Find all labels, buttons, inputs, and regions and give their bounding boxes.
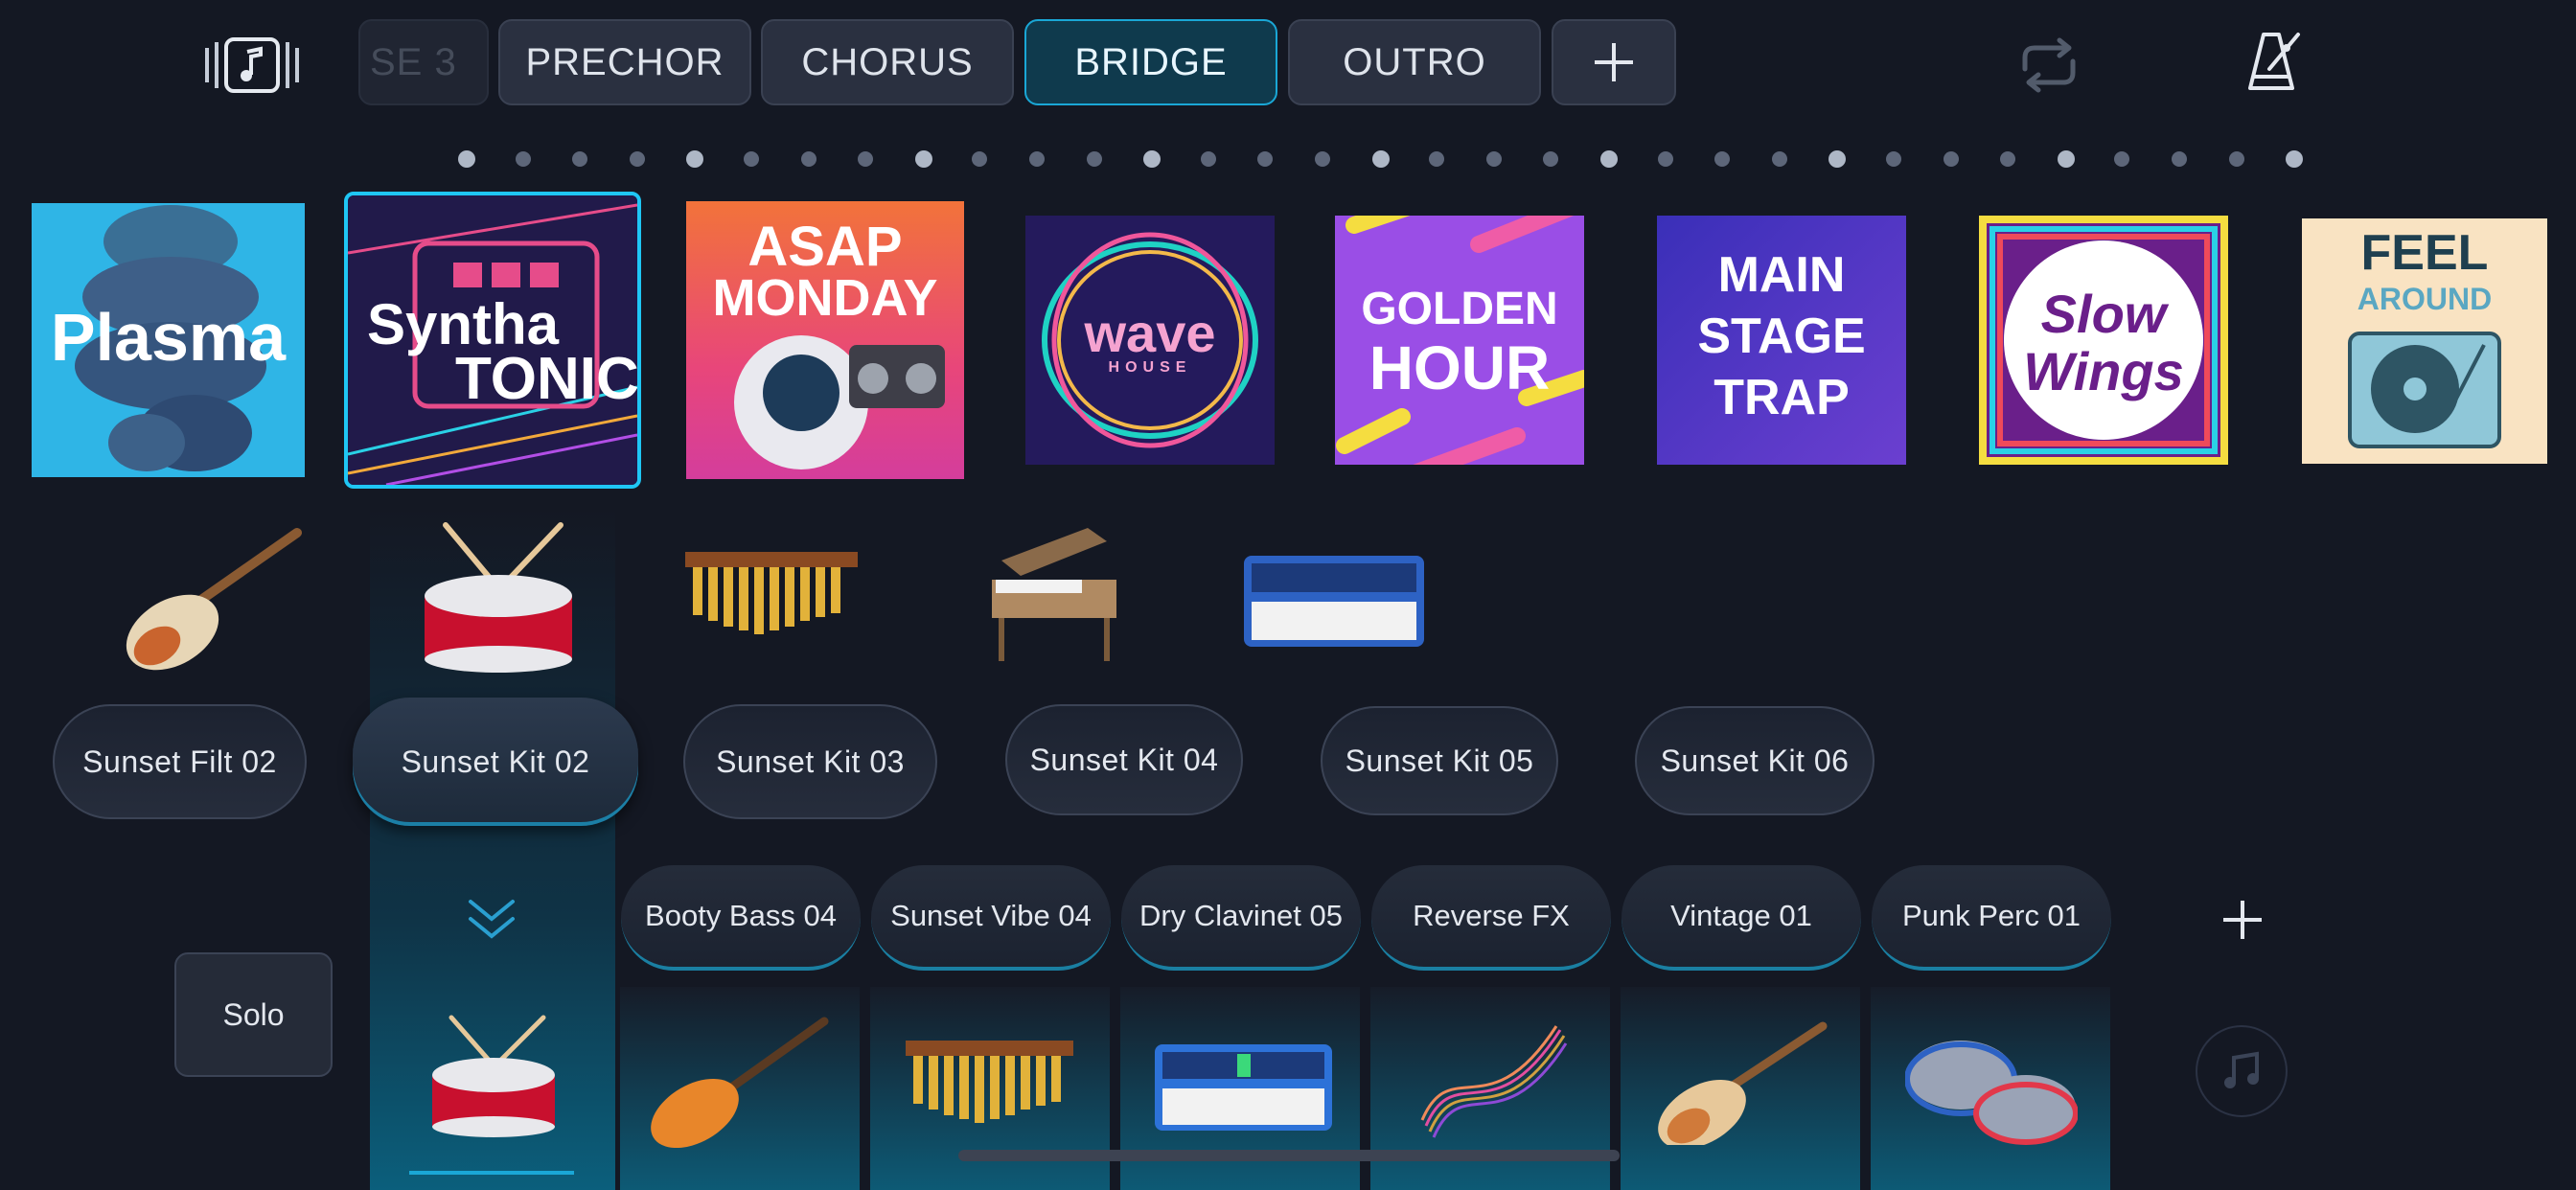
add-track-button[interactable] (2221, 899, 2264, 941)
electric-guitar-icon[interactable] (1648, 1020, 1830, 1150)
track-sunset-vibe-04[interactable]: Sunset Vibe 04 (871, 865, 1111, 971)
sound-pack-title-line2: STAGE (1697, 309, 1866, 364)
page-dot[interactable] (1429, 151, 1445, 167)
page-dot[interactable] (2286, 150, 2304, 168)
page-dot[interactable] (1828, 150, 1847, 168)
sound-pack-feel-around[interactable]: FEEL AROUND (2302, 218, 2547, 464)
page-dot[interactable] (1200, 151, 1216, 167)
page-dot[interactable] (1086, 151, 1102, 167)
tab-chorus[interactable]: CHORUS (761, 19, 1014, 105)
solo-button[interactable]: Solo (174, 952, 333, 1077)
sound-pack-title-line2: HOUR (1368, 333, 1551, 402)
sound-pack-title-line1: Slow (2040, 284, 2167, 344)
preset-sunset-filt-02[interactable]: Sunset Filt 02 (53, 704, 307, 819)
page-dot[interactable] (858, 151, 874, 167)
page-dot[interactable] (1886, 151, 1901, 167)
steel-pan-icon[interactable] (1904, 1035, 2079, 1145)
selected-track-underline (409, 1171, 574, 1175)
track-booty-bass-04[interactable]: Booty Bass 04 (621, 865, 861, 971)
page-dot[interactable] (1657, 151, 1673, 167)
sound-pack-subtitle: HOUSE (1108, 359, 1192, 376)
page-dot[interactable] (1371, 150, 1390, 168)
home-indicator (958, 1150, 1620, 1161)
sound-pack-synthatonic[interactable]: Syntha TONIC (344, 192, 641, 489)
sound-pack-golden-hour[interactable]: GOLDEN HOUR (1335, 216, 1584, 465)
tab-outro[interactable]: OUTRO (1288, 19, 1541, 105)
song-sequence-icon[interactable] (201, 36, 303, 94)
grand-piano-icon[interactable] (982, 522, 1121, 666)
page-dot[interactable] (1315, 151, 1330, 167)
preset-sunset-kit-03[interactable]: Sunset Kit 03 (683, 704, 937, 819)
electric-guitar-icon[interactable] (115, 527, 307, 671)
loop-icon[interactable] (2017, 34, 2081, 96)
music-note-icon[interactable] (2196, 1025, 2288, 1117)
page-dot[interactable] (458, 150, 475, 168)
waveform-fx-icon[interactable] (1416, 1020, 1570, 1145)
preset-sunset-kit-06[interactable]: Sunset Kit 06 (1635, 706, 1874, 815)
page-dot[interactable] (914, 150, 932, 168)
page-dot[interactable] (629, 151, 645, 167)
metronome-icon[interactable] (2242, 29, 2304, 96)
sound-pack-title-line1: MAIN (1717, 247, 1846, 303)
sound-pack-title-line1: FEEL (2360, 225, 2489, 281)
page-dot[interactable] (515, 151, 531, 167)
page-dot[interactable] (1257, 151, 1274, 167)
sound-pack-wave-house[interactable]: wave HOUSE (1025, 216, 1275, 465)
sound-pack-slow-wings[interactable]: Slow Wings (1979, 216, 2228, 465)
page-dot[interactable] (2172, 151, 2187, 167)
bass-guitar-icon[interactable] (647, 1014, 834, 1149)
page-dot[interactable] (1771, 151, 1787, 167)
sound-pack-asap-monday[interactable]: ASAP MONDAY (686, 201, 964, 479)
sound-pack-plasma[interactable]: Plasma (32, 203, 305, 477)
preset-sunset-kit-02[interactable]: Sunset Kit 02 (353, 698, 638, 826)
tab-prechorus[interactable]: PRECHOR (498, 19, 751, 105)
track-dry-clavinet-05[interactable]: Dry Clavinet 05 (1121, 865, 1361, 971)
marimba-icon[interactable] (906, 1035, 1073, 1140)
page-dot[interactable] (1143, 150, 1162, 168)
track-vintage-01[interactable]: Vintage 01 (1622, 865, 1861, 971)
tab-bridge[interactable]: BRIDGE (1024, 19, 1277, 105)
synth-keyboard-icon[interactable] (1244, 556, 1424, 647)
plus-icon (1595, 43, 1633, 81)
page-dot[interactable] (686, 150, 704, 168)
page-dot[interactable] (800, 151, 816, 167)
page-dot[interactable] (1600, 150, 1618, 168)
sound-pack-title-line2: AROUND (2357, 282, 2493, 316)
sound-pack-title: Plasma (50, 300, 287, 375)
page-dot[interactable] (572, 151, 588, 167)
preset-sunset-kit-05[interactable]: Sunset Kit 05 (1321, 706, 1558, 815)
page-dot[interactable] (1029, 151, 1045, 167)
tab-section-verse[interactable]: SE 3 (358, 19, 489, 105)
page-dot[interactable] (2114, 151, 2130, 167)
page-dot[interactable] (1543, 151, 1559, 167)
add-section-button[interactable] (1552, 19, 1676, 105)
sound-pack-title-line3: TRAP (1714, 370, 1850, 425)
sound-pack-main-stage-trap[interactable]: MAIN STAGE TRAP (1657, 216, 1906, 465)
sound-pack-title: wave (1084, 303, 1216, 363)
page-dot[interactable] (2228, 151, 2244, 167)
page-dot[interactable] (1943, 151, 1959, 167)
sound-pack-title-line2: MONDAY (712, 269, 938, 327)
snare-drum-icon[interactable] (417, 519, 580, 673)
page-dot[interactable] (1714, 151, 1731, 167)
sound-pack-title-line2: Wings (2023, 341, 2184, 401)
preset-sunset-kit-04[interactable]: Sunset Kit 04 (1005, 704, 1243, 815)
track-punk-perc-01[interactable]: Punk Perc 01 (1872, 865, 2111, 971)
plus-icon (2223, 901, 2262, 939)
page-dot[interactable] (2000, 151, 2016, 167)
marimba-icon[interactable] (685, 546, 858, 652)
track-reverse-fx[interactable]: Reverse FX (1371, 865, 1611, 971)
page-dot[interactable] (1485, 151, 1502, 167)
snare-drum-icon[interactable] (426, 1014, 561, 1138)
sound-pack-title-line1: GOLDEN (1361, 284, 1558, 334)
sound-pack-title-line2: TONIC (455, 346, 639, 412)
synth-keyboard-icon[interactable] (1155, 1044, 1332, 1131)
page-dot[interactable] (744, 151, 759, 167)
page-dot[interactable] (2057, 150, 2075, 168)
chevron-down-icon[interactable] (465, 896, 518, 944)
page-dot[interactable] (972, 151, 988, 167)
